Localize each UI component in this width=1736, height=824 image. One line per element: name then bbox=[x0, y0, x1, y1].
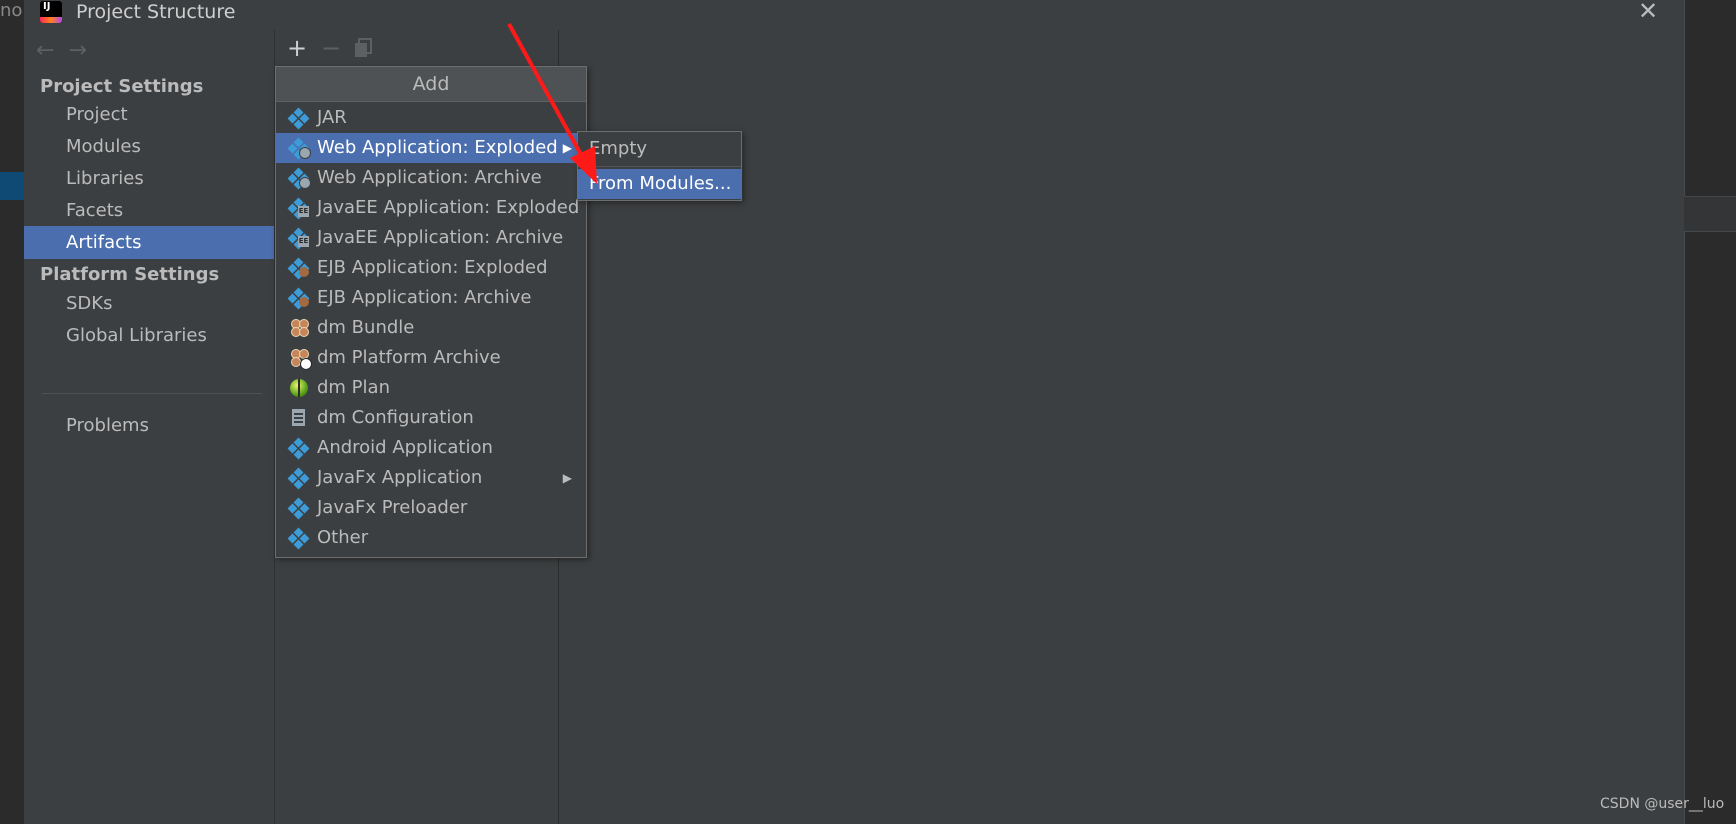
menu-header: Add bbox=[276, 67, 586, 102]
artifact-icon bbox=[287, 107, 310, 130]
plan-icon bbox=[289, 379, 309, 397]
web-application-exploded-submenu: Empty From Modules... bbox=[577, 131, 742, 201]
menu-item-dm-bundle[interactable]: dm Bundle bbox=[276, 313, 586, 343]
javaee-artifact-icon: EE bbox=[287, 197, 310, 220]
project-structure-dialog: IJ Project Structure ✕ ← → Project Settin… bbox=[24, 0, 1684, 824]
submenu-arrow-icon: ▶ bbox=[562, 471, 572, 485]
menu-item-javaee-application-archive[interactable]: EE JavaEE Application: Archive bbox=[276, 223, 586, 253]
window-title: Project Structure bbox=[76, 1, 236, 23]
background-left-panel bbox=[0, 0, 24, 824]
arrow-left-icon[interactable]: ← bbox=[36, 38, 54, 63]
background-right-panel bbox=[1684, 0, 1736, 824]
menu-item-web-application-archive[interactable]: Web Application: Archive bbox=[276, 163, 586, 193]
sidebar-item-sdks[interactable]: SDKs bbox=[24, 287, 274, 320]
sidebar-item-facets[interactable]: Facets bbox=[24, 194, 274, 227]
platform-settings-heading: Platform Settings bbox=[40, 264, 220, 285]
menu-item-dm-plan[interactable]: dm Plan bbox=[276, 373, 586, 403]
javaee-artifact-icon: EE bbox=[287, 227, 310, 250]
add-button[interactable]: + bbox=[287, 36, 307, 60]
sidebar-divider bbox=[42, 393, 262, 394]
menu-item-other[interactable]: Other bbox=[276, 523, 586, 553]
artifact-icon bbox=[287, 437, 310, 460]
add-artifact-menu: Add JAR Web Application: Exploded ▶ Web … bbox=[275, 66, 587, 558]
settings-sidebar: ← → Project Settings Project Modules Libr… bbox=[24, 30, 275, 824]
menu-item-jar[interactable]: JAR bbox=[276, 103, 586, 133]
close-icon[interactable]: ✕ bbox=[1638, 0, 1658, 23]
artifact-icon bbox=[287, 497, 310, 520]
menu-item-ejb-application-archive[interactable]: EJB Application: Archive bbox=[276, 283, 586, 313]
bundle-icon bbox=[289, 319, 309, 337]
background-right-strip bbox=[1684, 196, 1736, 232]
artifact-icon bbox=[287, 467, 310, 490]
submenu-item-from-modules[interactable]: From Modules... bbox=[578, 169, 741, 199]
submenu-divider bbox=[578, 166, 741, 167]
artifact-icon bbox=[287, 527, 310, 550]
menu-item-javafx-preloader[interactable]: JavaFx Preloader bbox=[276, 493, 586, 523]
project-settings-heading: Project Settings bbox=[40, 76, 204, 97]
submenu-arrow-icon: ▶ bbox=[562, 141, 572, 155]
menu-item-dm-platform-archive[interactable]: dm Platform Archive bbox=[276, 343, 586, 373]
intellij-app-icon: IJ bbox=[40, 1, 62, 23]
title-bar: IJ Project Structure ✕ bbox=[24, 0, 1684, 30]
sidebar-item-artifacts[interactable]: Artifacts bbox=[24, 226, 274, 259]
menu-item-javafx-application[interactable]: JavaFx Application ▶ bbox=[276, 463, 586, 493]
web-artifact-icon bbox=[287, 137, 311, 160]
menu-item-android-application[interactable]: Android Application bbox=[276, 433, 586, 463]
navigation-arrows: ← → bbox=[36, 38, 101, 63]
submenu-item-empty[interactable]: Empty bbox=[578, 134, 741, 164]
remove-button[interactable]: − bbox=[321, 36, 341, 60]
menu-item-javaee-application-exploded[interactable]: EE JavaEE Application: Exploded bbox=[276, 193, 586, 223]
watermark: CSDN @user__luo bbox=[1600, 796, 1725, 812]
menu-item-ejb-application-exploded[interactable]: EJB Application: Exploded bbox=[276, 253, 586, 283]
platform-archive-icon bbox=[289, 349, 312, 370]
copy-icon[interactable] bbox=[353, 38, 373, 62]
ejb-artifact-icon bbox=[287, 287, 310, 310]
arrow-right-icon[interactable]: → bbox=[68, 38, 86, 63]
sidebar-item-modules[interactable]: Modules bbox=[24, 130, 274, 163]
sidebar-item-project[interactable]: Project bbox=[24, 98, 274, 131]
background-selection-strip bbox=[0, 172, 24, 200]
sidebar-item-global-libraries[interactable]: Global Libraries bbox=[24, 319, 274, 352]
web-artifact-icon bbox=[287, 167, 311, 190]
ejb-artifact-icon bbox=[287, 257, 310, 280]
sidebar-item-libraries[interactable]: Libraries bbox=[24, 162, 274, 195]
menu-item-dm-configuration[interactable]: dm Configuration bbox=[276, 403, 586, 433]
menu-item-web-application-exploded[interactable]: Web Application: Exploded ▶ bbox=[276, 133, 586, 163]
sidebar-item-problems[interactable]: Problems bbox=[24, 409, 274, 442]
configuration-icon bbox=[289, 409, 309, 427]
